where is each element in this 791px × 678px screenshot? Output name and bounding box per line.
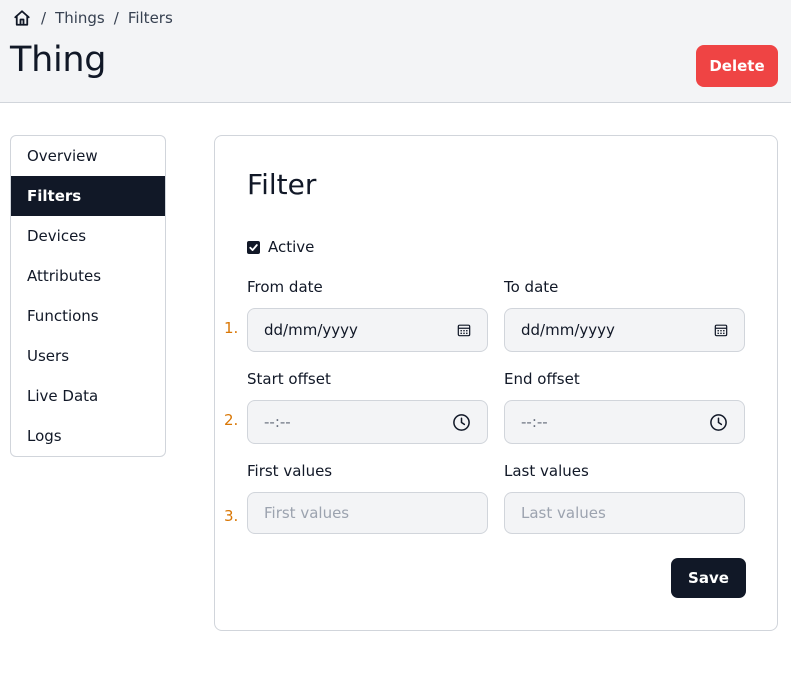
breadcrumb-filters[interactable]: Filters bbox=[128, 9, 173, 27]
step-number-3: 3. bbox=[224, 507, 239, 525]
sidebar-item-logs[interactable]: Logs bbox=[11, 416, 165, 456]
last-values-label: Last values bbox=[504, 462, 589, 480]
breadcrumb-separator: / bbox=[113, 9, 119, 27]
sidebar-item-live-data[interactable]: Live Data bbox=[11, 376, 165, 416]
start-offset-input[interactable]: --:-- bbox=[247, 400, 488, 444]
last-values-input[interactable]: Last values bbox=[504, 492, 745, 534]
to-date-value: dd/mm/yyyy bbox=[521, 321, 615, 339]
sidebar-item-filters[interactable]: Filters bbox=[11, 176, 165, 216]
active-checkbox[interactable] bbox=[247, 240, 260, 254]
start-offset-label: Start offset bbox=[247, 370, 331, 388]
last-values-placeholder: Last values bbox=[521, 504, 606, 522]
delete-button[interactable]: Delete bbox=[696, 45, 778, 87]
page-header: / Things / Filters Thing Delete bbox=[0, 0, 791, 103]
clock-icon[interactable] bbox=[452, 413, 471, 432]
active-checkbox-label: Active bbox=[268, 238, 315, 256]
sidebar-item-users[interactable]: Users bbox=[11, 336, 165, 376]
page-title: Thing bbox=[10, 40, 107, 80]
sidebar-item-overview[interactable]: Overview bbox=[11, 136, 165, 176]
from-date-label: From date bbox=[247, 278, 323, 296]
first-values-placeholder: First values bbox=[264, 504, 350, 522]
form-title: Filter bbox=[247, 168, 317, 201]
from-date-input[interactable]: dd/mm/yyyy bbox=[247, 308, 488, 352]
first-values-label: First values bbox=[247, 462, 333, 480]
first-values-input[interactable]: First values bbox=[247, 492, 488, 534]
sidebar-item-attributes[interactable]: Attributes bbox=[11, 256, 165, 296]
to-date-label: To date bbox=[504, 278, 559, 296]
active-checkbox-row: Active bbox=[247, 238, 314, 256]
to-date-input[interactable]: dd/mm/yyyy bbox=[504, 308, 745, 352]
breadcrumb-separator: / bbox=[41, 9, 47, 27]
calendar-icon[interactable] bbox=[457, 323, 471, 337]
filter-form-card: Filter Active From date To date 1. dd/mm… bbox=[214, 135, 778, 631]
end-offset-input[interactable]: --:-- bbox=[504, 400, 745, 444]
sidebar-item-devices[interactable]: Devices bbox=[11, 216, 165, 256]
from-date-value: dd/mm/yyyy bbox=[264, 321, 358, 339]
clock-icon[interactable] bbox=[709, 413, 728, 432]
sidebar-item-functions[interactable]: Functions bbox=[11, 296, 165, 336]
start-offset-value: --:-- bbox=[264, 413, 291, 431]
calendar-icon[interactable] bbox=[714, 323, 728, 337]
breadcrumb-things[interactable]: Things bbox=[55, 9, 105, 27]
step-number-1: 1. bbox=[224, 319, 239, 337]
step-number-2: 2. bbox=[224, 411, 239, 429]
home-icon[interactable] bbox=[12, 8, 32, 28]
end-offset-value: --:-- bbox=[521, 413, 548, 431]
save-button[interactable]: Save bbox=[671, 558, 746, 598]
breadcrumb: / Things / Filters bbox=[12, 8, 173, 28]
sidebar-nav: Overview Filters Devices Attributes Func… bbox=[10, 135, 166, 457]
end-offset-label: End offset bbox=[504, 370, 580, 388]
